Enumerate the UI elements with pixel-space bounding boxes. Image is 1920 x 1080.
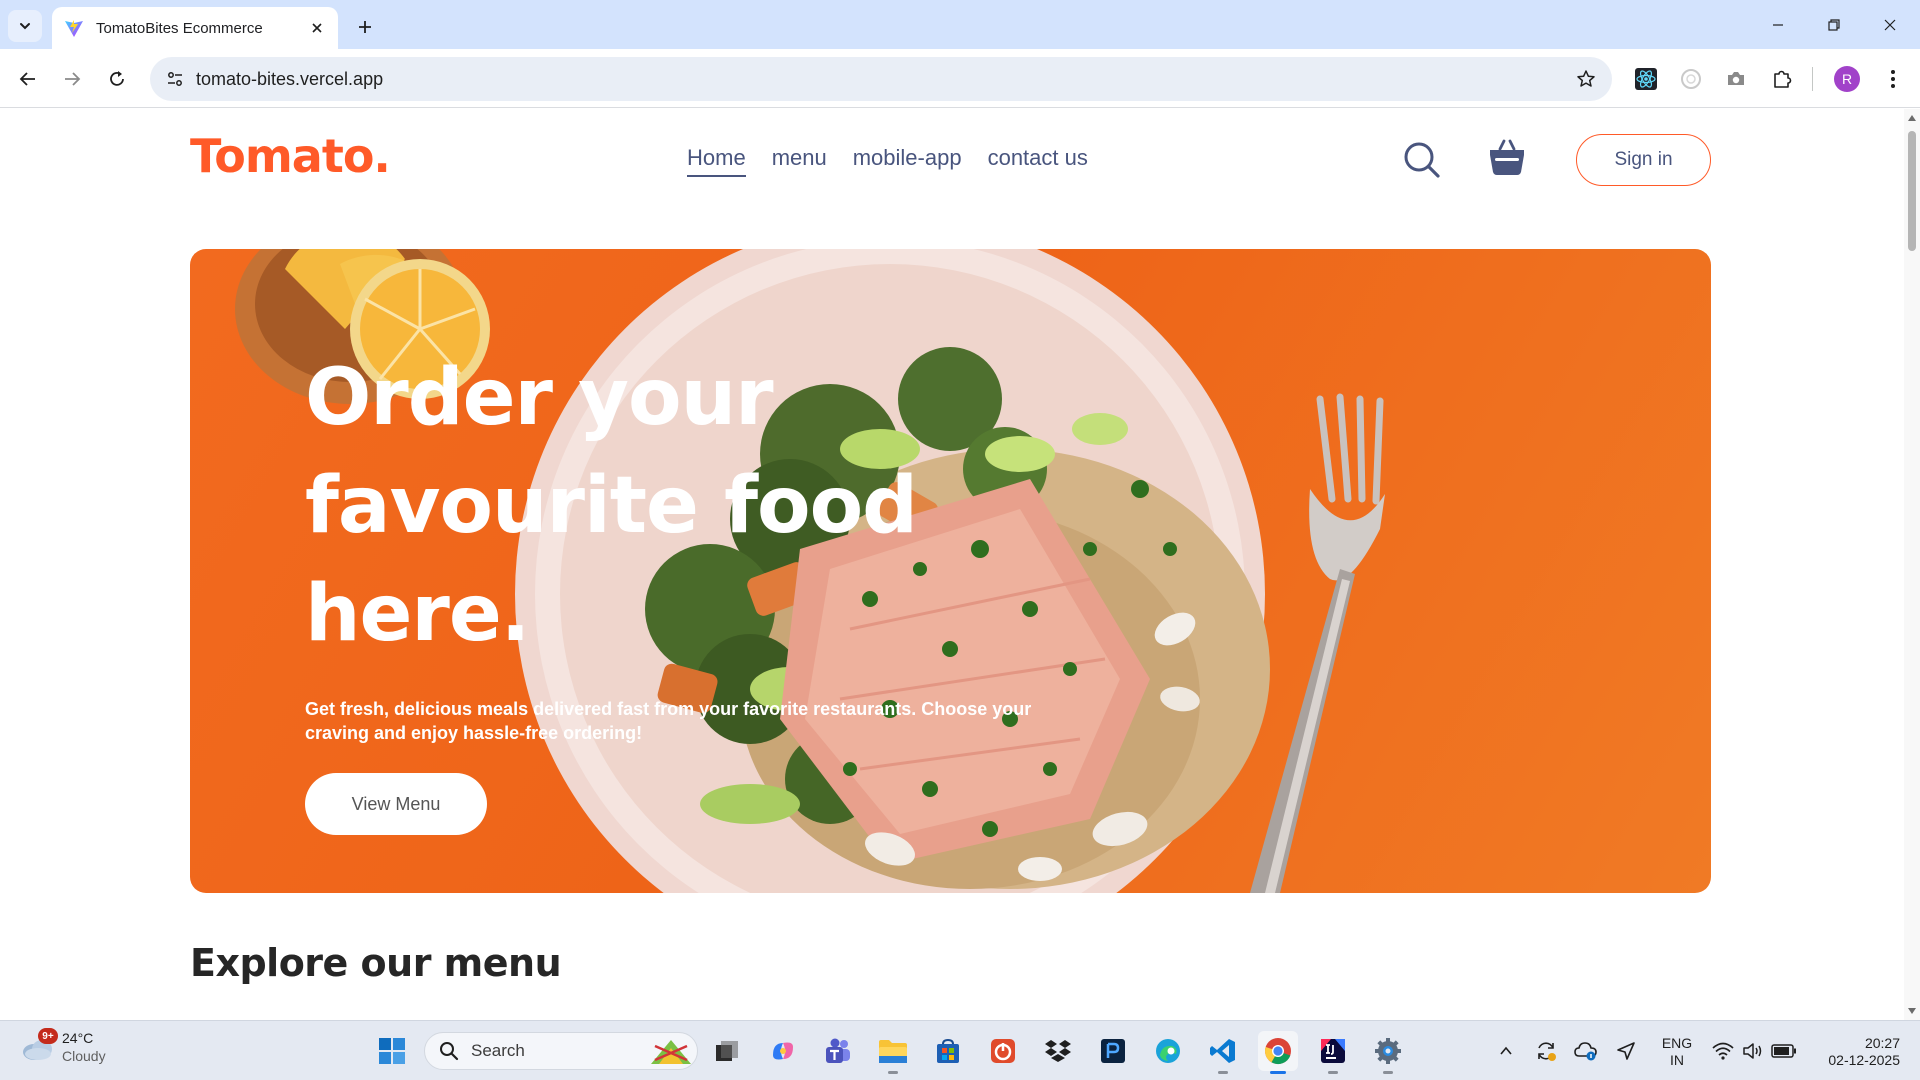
task-view-icon[interactable] [707, 1031, 747, 1071]
view-menu-button[interactable]: View Menu [305, 773, 487, 835]
toolbar-separator [1812, 67, 1813, 91]
reload-icon[interactable] [101, 63, 133, 95]
star-bookmark-icon[interactable] [1576, 69, 1596, 89]
vite-favicon-icon [65, 20, 83, 37]
active-app-indicator [1270, 1071, 1286, 1074]
page-viewport: Tomato. Home menu mobile-app contact us … [0, 109, 1904, 1020]
minimize-icon[interactable] [1750, 0, 1806, 49]
vs-code-icon[interactable] [1203, 1031, 1243, 1074]
taskbar-search-label: Search [471, 1041, 525, 1060]
profile-initial: R [1834, 66, 1860, 92]
weather-condition: Cloudy [62, 1048, 106, 1064]
hero-title-line-2: favourite food [305, 461, 918, 551]
basket-icon[interactable] [1487, 137, 1527, 177]
scroll-thumb[interactable] [1908, 131, 1916, 251]
scroll-up-icon[interactable] [1907, 113, 1917, 123]
clock-date: 02-12-2025 [1828, 1052, 1900, 1068]
hero-title-line-1: Order your [305, 353, 774, 443]
site-logo[interactable]: Tomato. [190, 129, 391, 183]
battery-icon[interactable] [1766, 1031, 1802, 1071]
windows-start-icon[interactable] [372, 1031, 412, 1071]
running-indicator [1328, 1071, 1338, 1074]
weather-temp: 24°C [62, 1030, 94, 1046]
nav-item-menu[interactable]: menu [772, 145, 827, 177]
input-language[interactable]: ENG IN [1657, 1035, 1697, 1069]
page-scrollbar[interactable] [1904, 109, 1920, 1020]
cloudy-weather-icon: 9+ [20, 1028, 58, 1062]
extensions-puzzle-icon[interactable] [1766, 63, 1798, 95]
file-explorer-icon[interactable] [873, 1031, 913, 1074]
dropbox-icon[interactable] [1038, 1031, 1078, 1071]
hero-banner: Order your favourite food here. Get fres… [190, 249, 1711, 893]
search-highlight-icon [651, 1040, 691, 1064]
tray-chevron-up-icon[interactable] [1488, 1031, 1524, 1071]
nav-item-home[interactable]: Home [687, 145, 746, 177]
scroll-down-icon[interactable] [1907, 1006, 1917, 1016]
taskbar-search-box[interactable]: Search [424, 1032, 698, 1070]
microsoft-store-icon[interactable] [928, 1031, 968, 1071]
language-code: ENG [1661, 1035, 1693, 1051]
url-text: tomato-bites.vercel.app [196, 68, 384, 89]
tab-search-button[interactable] [8, 10, 42, 42]
location-arrow-icon[interactable] [1608, 1031, 1644, 1071]
sync-icon[interactable] [1528, 1031, 1564, 1071]
copilot-icon[interactable] [763, 1031, 803, 1071]
wifi-icon[interactable] [1706, 1031, 1740, 1071]
region-code: IN [1670, 1052, 1684, 1068]
chevron-down-icon [20, 23, 30, 30]
browser-tab[interactable]: TomatoBites Ecommerce [52, 7, 338, 49]
nav-menu: Home menu mobile-app contact us [687, 145, 1088, 177]
edge-icon[interactable] [1148, 1031, 1188, 1071]
search-icon[interactable] [1402, 140, 1442, 180]
forward-arrow-icon[interactable] [56, 63, 88, 95]
volume-icon[interactable] [1736, 1031, 1770, 1071]
running-indicator [888, 1071, 898, 1074]
camera-icon[interactable] [1720, 63, 1752, 95]
weather-badge: 9+ [38, 1028, 58, 1044]
chrome-icon[interactable] [1258, 1031, 1298, 1074]
clock[interactable]: 20:27 02-12-2025 [1810, 1035, 1900, 1069]
tab-strip: TomatoBites Ecommerce [0, 0, 1920, 49]
close-tab-icon[interactable] [306, 17, 328, 39]
explore-menu-heading: Explore our menu [190, 941, 562, 985]
nav-item-contact-us[interactable]: contact us [988, 145, 1088, 177]
browser-toolbar: tomato-bites.vercel.app R [0, 49, 1920, 108]
weather-widget[interactable]: 9+ 24°C Cloudy [20, 1028, 106, 1065]
intellij-icon[interactable] [1313, 1031, 1353, 1074]
nav-item-mobile-app[interactable]: mobile-app [853, 145, 962, 177]
sign-in-button[interactable]: Sign in [1576, 134, 1711, 186]
office-app-icon[interactable] [983, 1031, 1023, 1071]
new-tab-plus-icon[interactable] [350, 12, 380, 42]
kebab-menu-icon[interactable] [1877, 63, 1909, 95]
restore-icon[interactable] [1806, 0, 1862, 49]
hero-title-line-3: here. [305, 569, 530, 659]
profile-avatar[interactable]: R [1831, 63, 1863, 95]
extension-circle-icon[interactable] [1675, 63, 1707, 95]
dark-app-icon[interactable] [1093, 1031, 1133, 1071]
running-indicator [1218, 1071, 1228, 1074]
teams-icon[interactable] [818, 1031, 858, 1071]
search-icon [440, 1042, 459, 1061]
back-arrow-icon[interactable] [12, 63, 44, 95]
hero-subtitle: Get fresh, delicious meals delivered fas… [305, 699, 1032, 743]
tab-title: TomatoBites Ecommerce [96, 19, 263, 37]
hero-heading: Order your favourite food here. [305, 344, 945, 668]
close-window-icon[interactable] [1862, 0, 1918, 49]
clock-time: 20:27 [1864, 1035, 1900, 1051]
running-indicator [1383, 1071, 1393, 1074]
react-devtools-icon[interactable] [1630, 63, 1662, 95]
settings-gear-icon[interactable] [1368, 1031, 1408, 1074]
site-info-icon[interactable] [166, 70, 184, 88]
windows-taskbar: 9+ 24°C Cloudy Search ENG IN 20:27 02-12… [0, 1020, 1920, 1080]
address-bar[interactable]: tomato-bites.vercel.app [150, 57, 1612, 101]
onedrive-cloud-icon[interactable] [1568, 1031, 1604, 1071]
